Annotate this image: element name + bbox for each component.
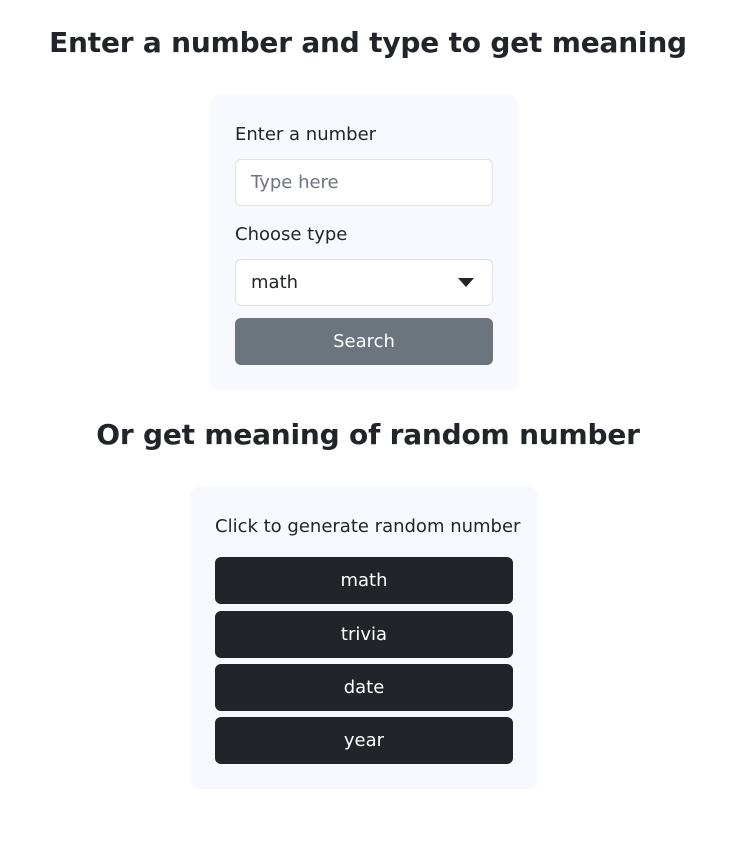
random-instruction: Click to generate random number	[215, 516, 521, 537]
type-select[interactable]: math	[235, 259, 493, 306]
search-card: Enter a number Choose type math Search	[210, 95, 518, 390]
random-math-button[interactable]: math	[215, 557, 513, 604]
random-heading: Or get meaning of random number	[96, 418, 640, 451]
search-button[interactable]: Search	[235, 318, 493, 365]
type-select-value: math	[251, 272, 299, 293]
random-date-button[interactable]: date	[215, 664, 513, 711]
number-label: Enter a number	[235, 124, 377, 145]
random-trivia-button[interactable]: trivia	[215, 611, 513, 658]
type-label: Choose type	[235, 224, 348, 245]
page: Enter a number and type to get meaning E…	[0, 0, 736, 850]
search-heading: Enter a number and type to get meaning	[49, 26, 687, 59]
chevron-down-icon	[458, 278, 474, 287]
number-input[interactable]	[235, 159, 493, 206]
random-year-button[interactable]: year	[215, 717, 513, 764]
random-card: Click to generate random number math tri…	[190, 487, 538, 789]
